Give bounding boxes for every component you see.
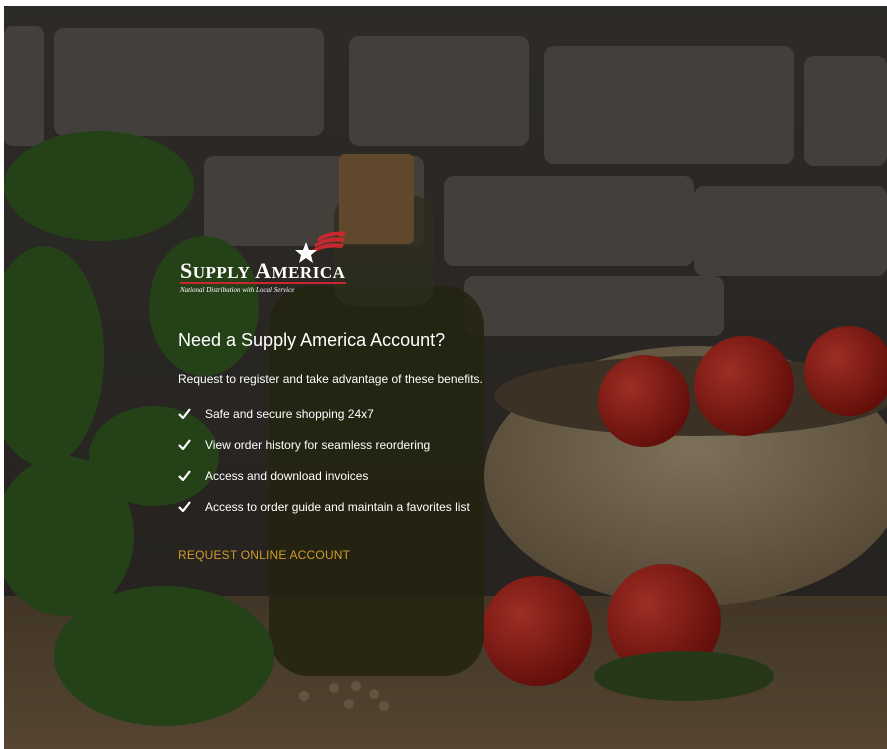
svg-text:National Distribution with Loc: National Distribution with Local Service: [179, 286, 294, 294]
request-account-link[interactable]: REQUEST ONLINE ACCOUNT: [178, 548, 350, 562]
check-icon: [178, 501, 191, 512]
benefit-label: View order history for seamless reorderi…: [205, 438, 431, 452]
promo-intro: Request to register and take advantage o…: [178, 372, 483, 386]
hero-panel: SUPPLY AMERICA National Distribution wit…: [4, 6, 887, 749]
benefit-label: Safe and secure shopping 24x7: [205, 407, 374, 421]
promo-heading: Need a Supply America Account?: [178, 330, 446, 350]
benefit-label: Access to order guide and maintain a fav…: [205, 500, 470, 514]
svg-text:SUPPLY AMERICA: SUPPLY AMERICA: [180, 258, 346, 283]
check-icon: [178, 408, 191, 419]
check-icon: [178, 470, 191, 481]
benefit-label: Access and download invoices: [205, 469, 369, 483]
supply-america-logo: SUPPLY AMERICA National Distribution wit…: [179, 231, 346, 294]
check-icon: [178, 439, 191, 450]
